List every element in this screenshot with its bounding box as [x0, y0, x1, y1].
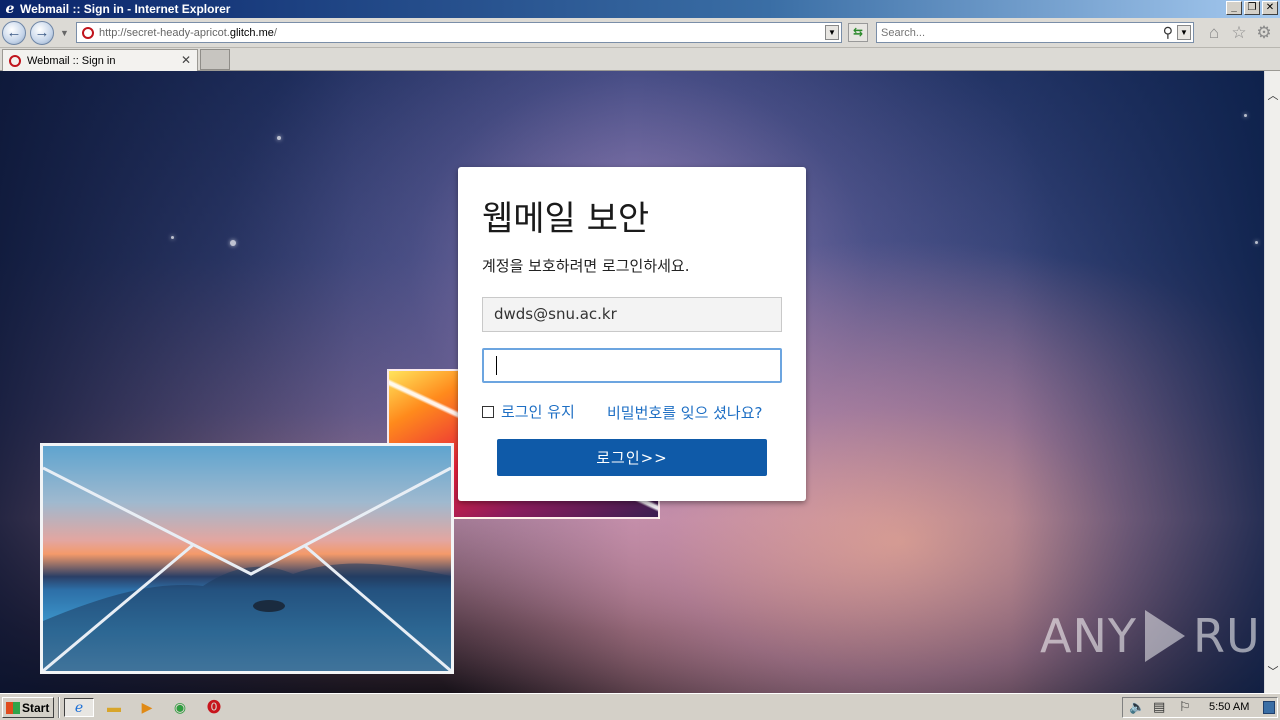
remember-checkbox[interactable] — [482, 405, 494, 418]
login-card: 웹메일 보안 계정을 보호하려면 로그인하세요. dwds@snu.ac.kr … — [458, 167, 806, 501]
taskbar: Start e ▬ ▶ ◉ ⓿ 🔈 ▤ ⚐ 5:50 AM — [0, 693, 1280, 720]
volume-icon[interactable]: 🔈 — [1129, 699, 1145, 715]
favorites-star-icon[interactable]: ☆ — [1229, 23, 1249, 43]
refresh-icon: ⇆ — [852, 25, 864, 39]
remember-label[interactable]: 로그인 유지 — [501, 401, 575, 422]
anyrun-watermark: ANY RUN — [1040, 609, 1264, 663]
star-decoration — [1244, 114, 1247, 117]
login-subtitle: 계정을 보호하려면 로그인하세요. — [482, 257, 690, 275]
navigation-bar: ← → ▼ http://secret-heady-apricot.glitch… — [0, 18, 1280, 48]
folder-icon[interactable]: ▬ — [104, 698, 124, 717]
chrome-icon[interactable]: ◉ — [170, 698, 190, 717]
tab-close-icon[interactable]: ✕ — [181, 53, 191, 67]
tab-favicon-icon — [9, 54, 21, 67]
clock: 5:50 AM — [1209, 701, 1250, 713]
address-url[interactable]: http://secret-heady-apricot.glitch.me/ — [99, 27, 277, 39]
minimize-button[interactable]: _ — [1226, 1, 1242, 15]
home-icon[interactable]: ⌂ — [1204, 23, 1224, 43]
windows-logo-icon — [6, 701, 20, 714]
show-desktop-icon[interactable] — [1263, 701, 1275, 714]
page-viewport: ANY RUN 웹메일 보안 계정을 보호하려면 로그인하세요. dwds@sn… — [0, 71, 1264, 693]
forgot-password-link[interactable]: 비밀번호를 잊으 셨나요? — [607, 402, 763, 423]
system-tray: 🔈 ▤ ⚐ 5:50 AM — [1122, 697, 1278, 718]
back-icon: ← — [6, 24, 22, 41]
text-caret — [496, 356, 497, 375]
settings-gear-icon[interactable]: ⚙ — [1254, 23, 1274, 43]
email-field[interactable]: dwds@snu.ac.kr — [482, 297, 782, 332]
stop-icon[interactable]: ⓿ — [204, 698, 224, 717]
vertical-scrollbar[interactable]: ︿ ﹀ — [1264, 71, 1280, 693]
address-dropdown-button[interactable]: ▼ — [825, 25, 839, 40]
recent-pages-dropdown[interactable]: ▼ — [60, 28, 69, 38]
star-decoration — [171, 236, 174, 239]
star-decoration — [1255, 241, 1258, 244]
address-bar[interactable]: http://secret-heady-apricot.glitch.me/ ▼ — [76, 22, 842, 43]
password-field[interactable] — [482, 348, 782, 383]
envelope-lines — [43, 466, 451, 671]
network-icon[interactable]: ▤ — [1153, 699, 1165, 715]
search-box[interactable]: ⚲ ▼ — [876, 22, 1194, 43]
play-logo-icon — [1144, 610, 1185, 662]
back-button[interactable]: ← — [2, 21, 26, 45]
star-decoration — [277, 136, 281, 140]
search-dropdown-button[interactable]: ▼ — [1177, 25, 1191, 40]
refresh-button[interactable]: ⇆ — [848, 23, 868, 42]
tab-bar: Webmail :: Sign in ✕ — [0, 48, 1280, 71]
start-button[interactable]: Start — [2, 697, 54, 718]
new-tab-button[interactable] — [200, 49, 230, 70]
login-button[interactable]: 로그인>> — [497, 439, 767, 476]
tab-label: Webmail :: Sign in — [27, 54, 116, 67]
restore-button[interactable]: ❐ — [1244, 1, 1260, 15]
remember-me[interactable]: 로그인 유지 — [482, 401, 575, 422]
close-window-button[interactable]: ✕ — [1262, 1, 1278, 15]
login-title: 웹메일 보안 — [482, 199, 650, 239]
forward-button[interactable]: → — [30, 21, 54, 45]
ie-icon: e — [5, 1, 15, 17]
start-label: Start — [22, 700, 50, 715]
search-icon[interactable]: ⚲ — [1163, 24, 1173, 41]
tab-webmail-sign-in[interactable]: Webmail :: Sign in ✕ — [2, 49, 198, 71]
site-favicon-icon — [82, 26, 94, 39]
search-input[interactable] — [881, 23, 1151, 42]
scroll-down-icon[interactable]: ﹀ — [1265, 663, 1280, 678]
envelope-photo-front — [40, 443, 454, 674]
window-title-bar: e Webmail :: Sign in - Internet Explorer… — [0, 0, 1280, 18]
media-player-icon[interactable]: ▶ — [137, 698, 157, 717]
forward-icon: → — [34, 24, 50, 41]
star-decoration — [230, 240, 236, 246]
flag-icon[interactable]: ⚐ — [1179, 699, 1191, 715]
taskbar-ie-icon[interactable]: e — [64, 698, 94, 717]
window-title: Webmail :: Sign in - Internet Explorer — [20, 2, 231, 16]
scroll-up-icon[interactable]: ︿ — [1265, 87, 1280, 102]
